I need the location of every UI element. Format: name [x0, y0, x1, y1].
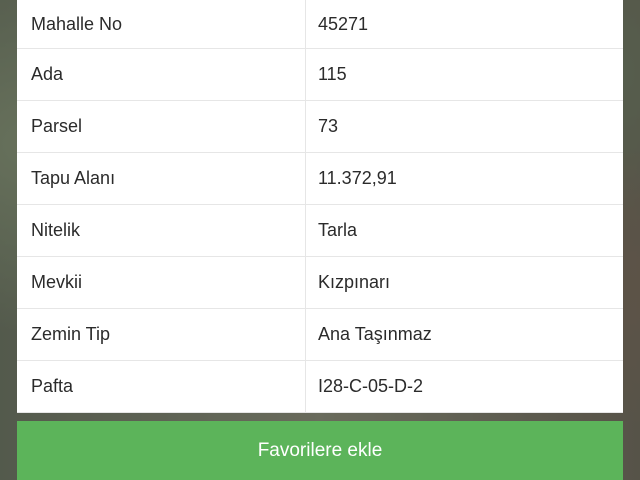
info-row-zemin-tip: Zemin Tip Ana Taşınmaz: [17, 309, 623, 361]
info-value: Tarla: [318, 220, 358, 240]
info-row-nitelik: Nitelik Tarla: [17, 205, 623, 257]
info-row-mahalle-no: Mahalle No 45271: [17, 0, 623, 49]
info-row-tapu-alani: Tapu Alanı 11.372,91: [17, 153, 623, 205]
parcel-info-table: Mahalle No 45271 Ada 115 Parsel 73 Tapu …: [17, 0, 623, 413]
info-value: Kızpınarı: [318, 272, 391, 292]
info-value: 11.372,91: [318, 168, 397, 188]
info-label: Mahalle No: [17, 0, 306, 48]
info-value: Ana Taşınmaz: [318, 324, 432, 344]
info-row-parsel: Parsel 73: [17, 101, 623, 153]
info-value: I28-C-05-D-2: [318, 376, 424, 396]
info-value: 73: [318, 116, 339, 136]
info-label: Pafta: [17, 361, 306, 412]
info-label: Tapu Alanı: [17, 153, 306, 204]
info-label: Nitelik: [17, 205, 306, 256]
info-row-pafta: Pafta I28-C-05-D-2: [17, 361, 623, 413]
info-row-mevkii: Mevkii Kızpınarı: [17, 257, 623, 309]
add-to-favorites-button[interactable]: Favorilere ekle: [17, 421, 623, 480]
info-label: Mevkii: [17, 257, 306, 308]
info-label: Parsel: [17, 101, 306, 152]
info-value: 45271: [318, 13, 369, 34]
parcel-info-panel: Mahalle No 45271 Ada 115 Parsel 73 Tapu …: [17, 0, 623, 480]
info-value: 115: [318, 64, 347, 84]
info-label: Ada: [17, 49, 306, 100]
info-row-ada: Ada 115: [17, 49, 623, 101]
info-label: Zemin Tip: [17, 309, 306, 360]
